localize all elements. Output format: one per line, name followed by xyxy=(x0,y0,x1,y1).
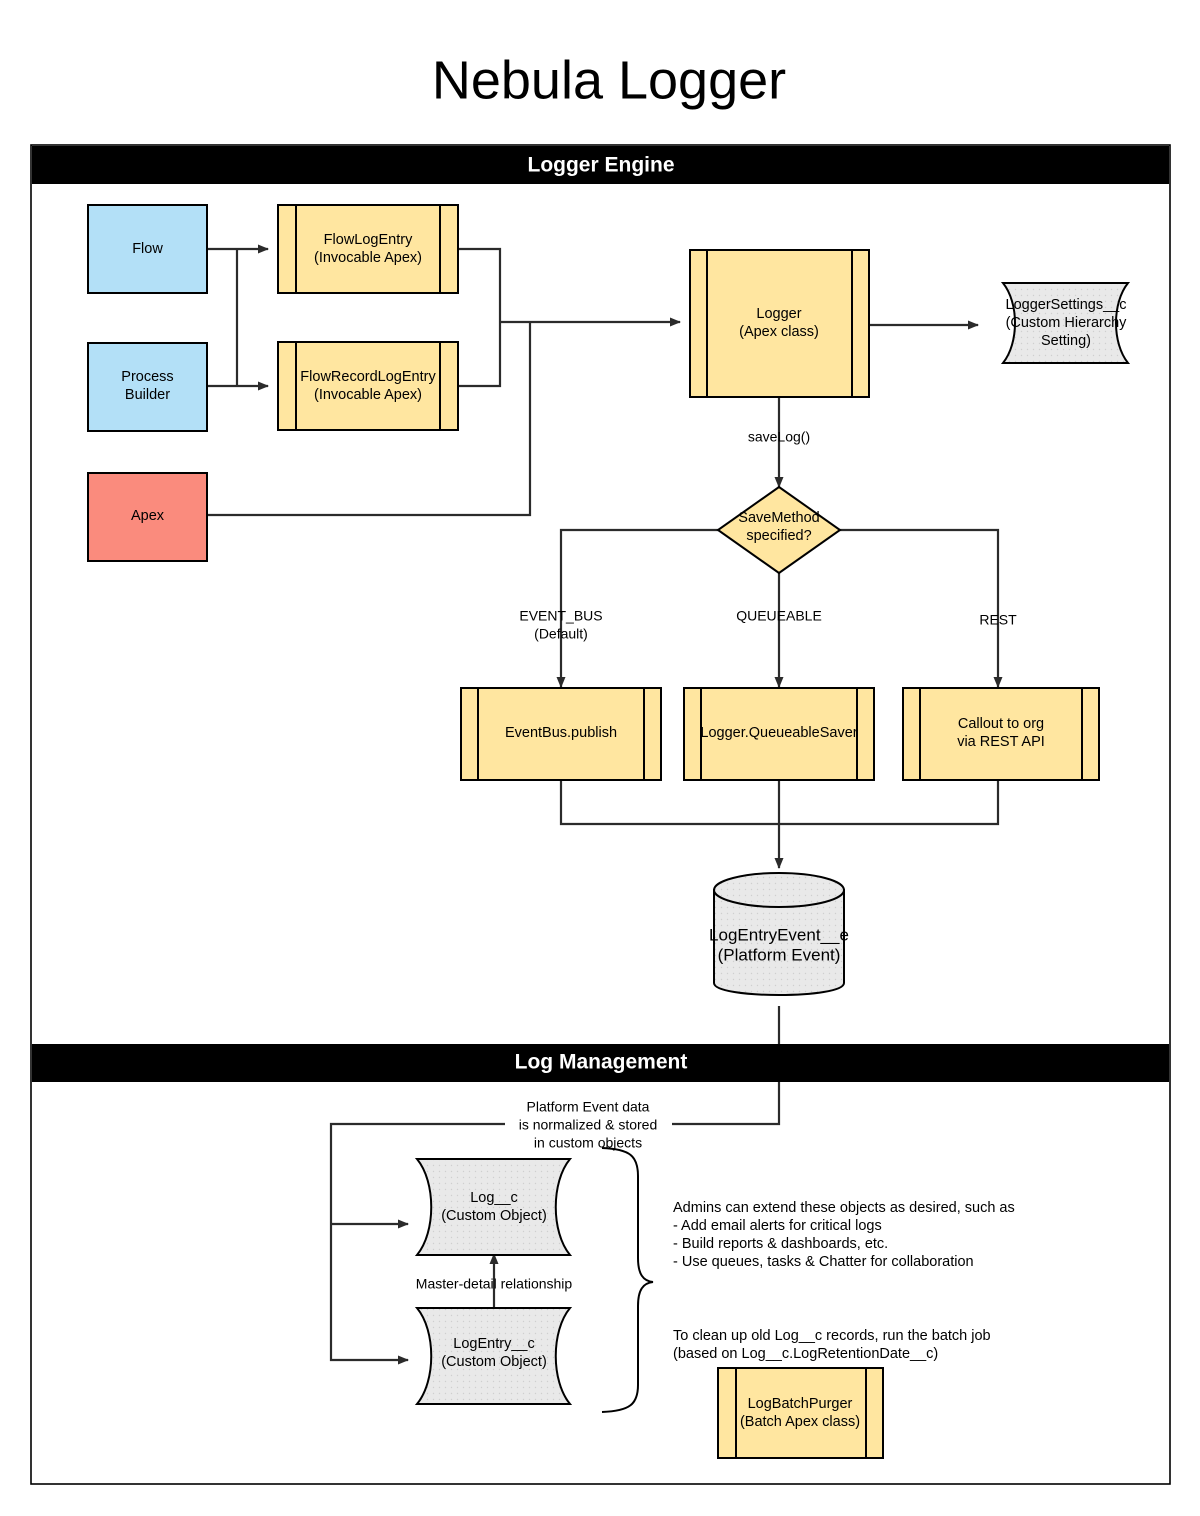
node-rest-callout-line1: Callout to org xyxy=(958,716,1044,732)
admin-note-line-1: - Add email alerts for critical logs xyxy=(673,1218,882,1234)
node-flow: Flow xyxy=(87,204,208,294)
node-logger-settings-line1: LoggerSettings__c xyxy=(1006,297,1127,313)
admin-note-line-3: - Use queues, tasks & Chatter for collab… xyxy=(673,1254,974,1270)
purge-note-line-1: (based on Log__c.LogRetentionDate__c) xyxy=(673,1346,938,1362)
node-savemethod-decision: SaveMethod specified? xyxy=(716,485,842,575)
node-log-entry-object-line2: (Custom Object) xyxy=(441,1354,547,1370)
node-log-entry-object: LogEntry__c (Custom Object) xyxy=(414,1307,573,1405)
node-logger: Logger (Apex class) xyxy=(689,249,870,398)
node-flowrecordlogentry-line2: (Invocable Apex) xyxy=(314,387,422,403)
node-log-entry-event-line1: LogEntryEvent__e xyxy=(709,925,849,944)
node-logger-settings-line3: Setting) xyxy=(1041,333,1091,349)
node-logger-line2: (Apex class) xyxy=(739,324,819,340)
admin-note-line-0: Admins can extend these objects as desir… xyxy=(673,1200,1015,1216)
node-queueable-saver: Logger.QueueableSaver xyxy=(683,687,875,781)
node-logger-line1: Logger xyxy=(756,306,801,322)
node-log-entry-event: LogEntryEvent__e (Platform Event) xyxy=(709,872,849,996)
node-log-batch-purger: LogBatchPurger (Batch Apex class) xyxy=(717,1367,884,1459)
node-eventbus-publish-label: EventBus.publish xyxy=(505,725,617,741)
edge-label-savelog: saveLog() xyxy=(748,429,810,445)
edge-label-rest: REST xyxy=(979,612,1017,628)
node-rest-callout: Callout to org via REST API xyxy=(902,687,1100,781)
logger-engine-banner-label: Logger Engine xyxy=(528,154,675,177)
edge-label-platform-event-line3: in custom objects xyxy=(534,1135,642,1151)
node-log-batch-purger-line2: (Batch Apex class) xyxy=(740,1414,860,1430)
page-title: Nebula Logger xyxy=(432,50,786,110)
admin-note-line-2: - Build reports & dashboards, etc. xyxy=(673,1236,888,1252)
node-logger-settings-line2: (Custom Hierarchy xyxy=(1006,315,1128,331)
node-process-builder: Process Builder xyxy=(87,342,208,432)
node-flowrecordlogentry-line1: FlowRecordLogEntry xyxy=(300,369,436,385)
edge-label-master-detail: Master-detail relationship xyxy=(416,1276,573,1292)
node-savemethod-line1: SaveMethod xyxy=(738,510,819,526)
node-process-builder-line1: Process xyxy=(121,369,173,385)
node-flow-label: Flow xyxy=(132,241,163,257)
node-flowlogentry-line2: (Invocable Apex) xyxy=(314,250,422,266)
node-apex: Apex xyxy=(87,472,208,562)
edge-label-platform-event-line2: is normalized & stored xyxy=(519,1117,658,1133)
node-log-batch-purger-line1: LogBatchPurger xyxy=(748,1396,853,1412)
node-log-entry-event-line2: (Platform Event) xyxy=(718,945,841,964)
edge-flowrecordlogentry-out xyxy=(458,322,502,388)
edge-label-platform-event-line1: Platform Event data xyxy=(527,1099,650,1115)
node-queueable-saver-label: Logger.QueueableSaver xyxy=(700,725,857,741)
node-flowlogentry-line1: FlowLogEntry xyxy=(324,232,413,248)
node-log-object: Log__c (Custom Object) xyxy=(414,1158,573,1256)
edge-decision-rest xyxy=(838,528,1003,688)
node-log-object-line2: (Custom Object) xyxy=(441,1208,547,1224)
node-flowrecordlogentry: FlowRecordLogEntry (Invocable Apex) xyxy=(277,341,459,431)
edge-bus-to-logentry-object xyxy=(329,1224,409,1365)
curly-brace xyxy=(601,1147,654,1413)
node-log-entry-object-line1: LogEntry__c xyxy=(453,1336,534,1352)
edge-flowlogentry-out xyxy=(458,247,502,322)
node-process-builder-line2: Builder xyxy=(125,387,170,403)
node-flowlogentry: FlowLogEntry (Invocable Apex) xyxy=(277,204,459,294)
edge-label-eventbus-line2: (Default) xyxy=(534,626,588,642)
node-logger-settings: LoggerSettings__c (Custom Hierarchy Sett… xyxy=(1000,282,1131,364)
diagram-canvas: Nebula Logger Logger Engine saveLog() EV… xyxy=(0,0,1200,1516)
node-savemethod-line2: specified? xyxy=(746,528,811,544)
edge-label-eventbus-line1: EVENT_BUS xyxy=(519,608,602,624)
node-rest-callout-line2: via REST API xyxy=(957,734,1045,750)
log-management-banner-label: Log Management xyxy=(515,1051,688,1074)
nebula-logger-architecture-diagram: Nebula Logger Logger Engine saveLog() EV… xyxy=(30,50,1171,1485)
node-eventbus-publish: EventBus.publish xyxy=(460,687,662,781)
node-apex-label: Apex xyxy=(131,508,165,524)
node-log-object-line1: Log__c xyxy=(470,1190,518,1206)
edge-label-queueable: QUEUEABLE xyxy=(736,608,822,624)
purge-note-line-0: To clean up old Log__c records, run the … xyxy=(673,1328,991,1344)
